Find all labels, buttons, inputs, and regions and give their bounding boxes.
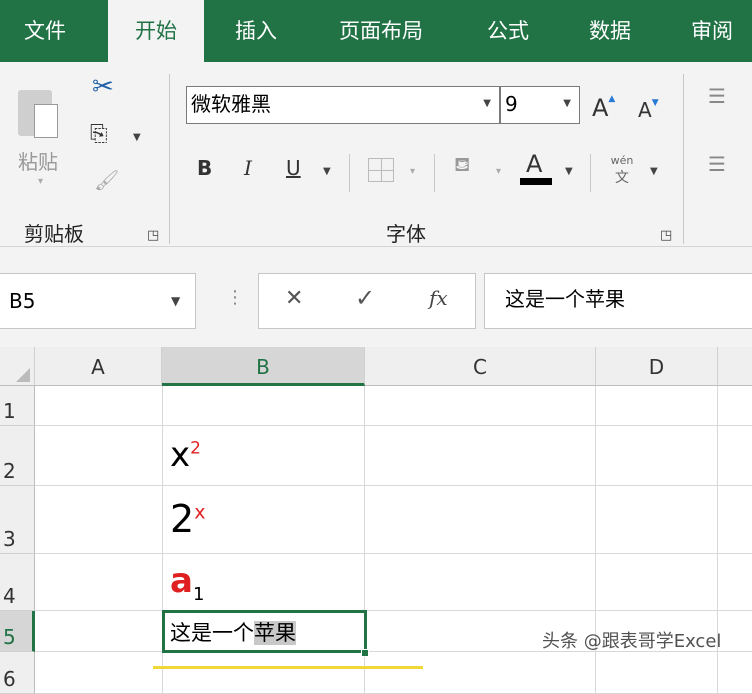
tab-formulas[interactable]: 公式: [466, 0, 550, 62]
font-color-button[interactable]: A: [526, 152, 542, 176]
clipboard-launcher-icon[interactable]: ◳: [147, 228, 159, 243]
fill-color-icon[interactable]: ⛾: [454, 152, 470, 179]
font-color-swatch: [520, 178, 552, 185]
fill-dropdown-icon[interactable]: ▾: [496, 166, 501, 177]
font-color-dropdown-icon[interactable]: ▼: [565, 166, 573, 177]
spreadsheet-grid: A B C D 1 2 3 4 5 6 x2 2x a1 这是一个苹果 头条 @…: [0, 347, 752, 694]
underline-button[interactable]: U: [286, 156, 301, 180]
tab-data[interactable]: 数据: [568, 0, 652, 62]
column-header-d[interactable]: D: [596, 347, 718, 386]
paste-label: 粘贴: [18, 150, 58, 174]
cut-icon[interactable]: ✂: [92, 72, 114, 102]
borders-dropdown-icon[interactable]: ▾: [410, 166, 415, 177]
shrink-font-button[interactable]: A▼: [638, 98, 659, 122]
paste-button[interactable]: 粘贴 ▾: [16, 82, 74, 192]
italic-button[interactable]: I: [244, 156, 252, 180]
font-name-value: 微软雅黑: [191, 92, 271, 116]
select-all-button[interactable]: [0, 347, 35, 386]
tab-home[interactable]: 开始: [108, 0, 204, 62]
divider: [434, 154, 435, 192]
formula-input[interactable]: 这是一个苹果: [484, 273, 752, 329]
column-header-c[interactable]: C: [365, 347, 596, 386]
ribbon-tabs: 文件 开始 插入 页面布局 公式 数据 审阅: [0, 0, 752, 62]
tab-page-layout[interactable]: 页面布局: [318, 0, 444, 62]
highlight-underline: [153, 666, 423, 669]
divider: [349, 154, 350, 192]
cell-b4[interactable]: a1: [170, 561, 204, 605]
ribbon: 粘贴 ▾ ✂ ⎘ ▼ 🖌 剪贴板 ◳ 微软雅黑 ▼ 9 ▼ A▲ A▼ B I U …: [0, 62, 752, 247]
formula-buttons: ✕ ✓ fx: [258, 273, 476, 329]
grow-font-button[interactable]: A▲: [592, 94, 615, 122]
clipboard-group-label: 剪贴板: [24, 222, 84, 246]
insert-function-icon[interactable]: fx: [429, 286, 448, 310]
copy-dropdown-icon[interactable]: ▼: [133, 132, 141, 143]
divider: [683, 74, 684, 244]
divider: [590, 154, 591, 192]
column-header-e[interactable]: [718, 347, 752, 386]
paste-dropdown-icon[interactable]: ▾: [38, 176, 43, 187]
row-header-4[interactable]: 4: [0, 554, 35, 611]
divider: [169, 74, 170, 244]
more-icon[interactable]: ⋮: [226, 287, 244, 308]
phonetic-dropdown-icon[interactable]: ▼: [650, 166, 658, 177]
font-launcher-icon[interactable]: ◳: [660, 228, 672, 243]
bold-button[interactable]: B: [197, 156, 212, 180]
cancel-icon[interactable]: ✕: [285, 286, 303, 311]
phonetic-button[interactable]: wén 文: [606, 154, 638, 187]
row-header-2[interactable]: 2: [0, 426, 35, 486]
row-header-6[interactable]: 6: [0, 652, 35, 694]
cell-b5-editing[interactable]: 这是一个苹果: [162, 610, 367, 653]
tab-review[interactable]: 审阅: [672, 0, 752, 62]
borders-icon[interactable]: [368, 158, 394, 182]
cell-b3[interactable]: 2x: [170, 497, 205, 541]
page-icon: [34, 104, 58, 138]
font-size-value: 9: [505, 92, 518, 116]
enter-icon[interactable]: ✓: [355, 284, 375, 312]
fill-handle[interactable]: [361, 649, 369, 657]
tab-insert[interactable]: 插入: [214, 0, 298, 62]
copy-icon[interactable]: ⎘: [90, 122, 108, 147]
tab-file[interactable]: 文件: [0, 0, 90, 62]
formula-bar: B5 ▼ ⋮ ✕ ✓ fx 这是一个苹果: [0, 247, 752, 347]
row-header-1[interactable]: 1: [0, 386, 35, 426]
column-header-a[interactable]: A: [35, 347, 162, 386]
row-header-3[interactable]: 3: [0, 486, 35, 554]
row-header-5[interactable]: 5: [0, 611, 35, 652]
font-size-select[interactable]: 9 ▼: [500, 86, 580, 124]
column-header-b[interactable]: B: [162, 347, 365, 386]
align-middle-icon[interactable]: ☰: [708, 152, 726, 176]
font-group-label: 字体: [386, 222, 426, 246]
name-box[interactable]: B5 ▼: [0, 273, 196, 329]
cell-b2[interactable]: x2: [170, 435, 201, 475]
format-painter-icon[interactable]: 🖌: [94, 168, 119, 192]
font-name-select[interactable]: 微软雅黑 ▼: [186, 86, 500, 124]
watermark: 头条 @跟表哥学Excel: [542, 631, 722, 652]
align-top-icon[interactable]: ☰: [708, 84, 726, 108]
underline-dropdown-icon[interactable]: ▼: [323, 166, 331, 177]
